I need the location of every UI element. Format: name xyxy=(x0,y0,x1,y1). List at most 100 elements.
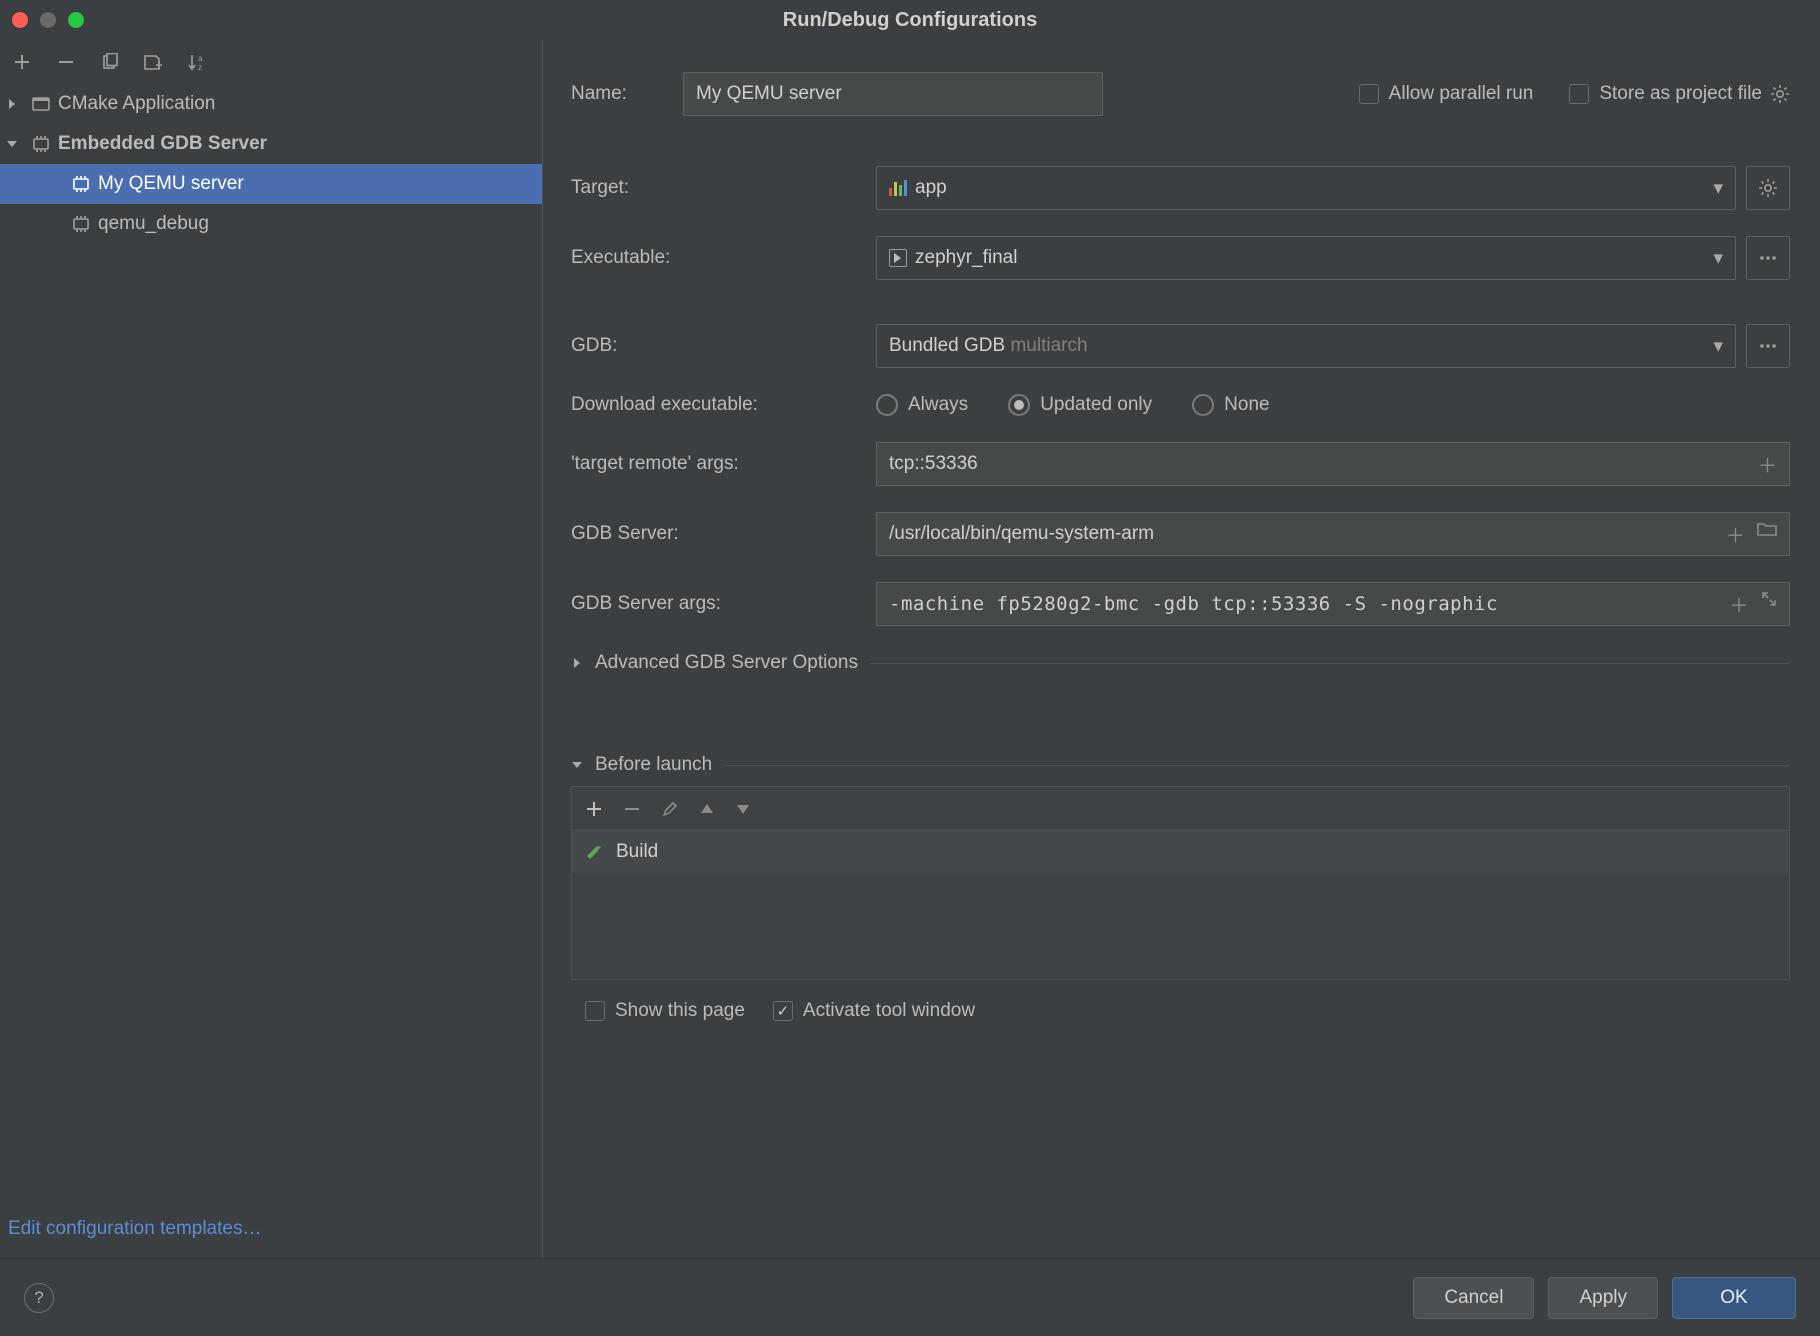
target-remote-label: 'target remote' args: xyxy=(571,453,876,475)
before-launch-list: Build xyxy=(571,830,1790,980)
embedded-icon xyxy=(70,173,92,195)
edit-task-icon[interactable] xyxy=(662,801,678,817)
window-controls xyxy=(12,12,84,28)
insert-macro-icon[interactable]: ＋ xyxy=(1758,451,1777,478)
checkbox-icon xyxy=(1569,84,1589,104)
allow-parallel-checkbox[interactable]: Allow parallel run xyxy=(1359,83,1534,105)
minimize-window-icon[interactable] xyxy=(40,12,56,28)
form-footer-options: Show this page Activate tool window xyxy=(585,1000,1790,1022)
insert-macro-icon[interactable]: ＋ xyxy=(1729,591,1749,618)
advanced-section-label: Advanced GDB Server Options xyxy=(595,652,858,674)
sort-config-icon[interactable]: az xyxy=(186,50,210,74)
cancel-button[interactable]: Cancel xyxy=(1413,1277,1534,1319)
chevron-down-icon: ▾ xyxy=(1713,335,1723,358)
before-launch-section[interactable]: Before launch xyxy=(571,754,1790,776)
chevron-down-icon xyxy=(6,138,24,150)
tree-node-cmake-application[interactable]: CMake Application xyxy=(0,84,542,124)
show-this-page-label: Show this page xyxy=(615,1000,745,1022)
save-config-icon[interactable] xyxy=(142,50,166,74)
copy-config-icon[interactable] xyxy=(98,50,122,74)
chevron-down-icon xyxy=(571,759,583,771)
insert-macro-icon[interactable]: ＋ xyxy=(1726,521,1745,548)
store-as-project-checkbox[interactable]: Store as project file xyxy=(1569,83,1762,105)
divider xyxy=(870,663,1790,664)
target-value: app xyxy=(915,177,947,199)
target-row: Target: app ▾ xyxy=(571,166,1790,210)
radio-none[interactable]: None xyxy=(1192,394,1269,416)
tree-node-label: CMake Application xyxy=(58,93,215,115)
gdb-server-input[interactable]: /usr/local/bin/qemu-system-arm ＋ xyxy=(876,512,1790,556)
store-as-project-label: Store as project file xyxy=(1599,83,1762,105)
activate-tool-window-checkbox[interactable]: Activate tool window xyxy=(773,1000,975,1022)
name-input[interactable] xyxy=(683,72,1103,116)
cmake-icon xyxy=(30,93,52,115)
before-launch-toolbar xyxy=(571,786,1790,830)
remove-config-icon[interactable] xyxy=(54,50,78,74)
browse-folder-icon[interactable] xyxy=(1757,521,1777,548)
checkbox-icon xyxy=(585,1001,605,1021)
bars-icon xyxy=(889,180,907,196)
executable-row: Executable: zephyr_final ▾ xyxy=(571,236,1790,280)
radio-none-label: None xyxy=(1224,394,1269,416)
target-remote-row: 'target remote' args: tcp::53336 ＋ xyxy=(571,442,1790,486)
window-titlebar: Run/Debug Configurations xyxy=(0,0,1820,40)
close-window-icon[interactable] xyxy=(12,12,28,28)
radio-icon xyxy=(876,394,898,416)
zoom-window-icon[interactable] xyxy=(68,12,84,28)
ok-button[interactable]: OK xyxy=(1672,1277,1796,1319)
target-dropdown[interactable]: app ▾ xyxy=(876,166,1736,210)
gdb-dropdown[interactable]: Bundled GDB multiarch ▾ xyxy=(876,324,1736,368)
gdb-server-args-value: -machine fp5280g2-bmc -gdb tcp::53336 -S… xyxy=(889,593,1498,615)
gdb-server-args-row: GDB Server args: -machine fp5280g2-bmc -… xyxy=(571,582,1790,626)
add-task-icon[interactable] xyxy=(586,801,602,817)
gdb-server-label: GDB Server: xyxy=(571,523,876,545)
advanced-gdb-options-section[interactable]: Advanced GDB Server Options xyxy=(571,652,1790,674)
show-this-page-checkbox[interactable]: Show this page xyxy=(585,1000,745,1022)
executable-label: Executable: xyxy=(571,247,876,269)
target-remote-input[interactable]: tcp::53336 ＋ xyxy=(876,442,1790,486)
executable-browse-button[interactable] xyxy=(1746,236,1790,280)
executable-value: zephyr_final xyxy=(915,247,1017,269)
tree-node-embedded-gdb-server[interactable]: Embedded GDB Server xyxy=(0,124,542,164)
chevron-down-icon: ▾ xyxy=(1713,247,1723,270)
name-label: Name: xyxy=(571,83,683,105)
embedded-icon xyxy=(70,213,92,235)
gdb-suffix: multiarch xyxy=(1010,335,1087,357)
before-launch-label: Before launch xyxy=(595,754,712,776)
radio-updated-label: Updated only xyxy=(1040,394,1152,416)
help-button[interactable]: ? xyxy=(24,1283,54,1313)
tree-item-label: qemu_debug xyxy=(98,213,209,235)
gdb-browse-button[interactable] xyxy=(1746,324,1790,368)
radio-always[interactable]: Always xyxy=(876,394,968,416)
svg-text:a: a xyxy=(198,54,203,63)
gdb-server-args-input[interactable]: -machine fp5280g2-bmc -gdb tcp::53336 -S… xyxy=(876,582,1790,626)
radio-updated-only[interactable]: Updated only xyxy=(1008,394,1152,416)
tree-item-qemu-debug[interactable]: qemu_debug xyxy=(0,204,542,244)
gdb-value: Bundled GDB xyxy=(889,335,1005,357)
chevron-down-icon: ▾ xyxy=(1713,177,1723,200)
add-config-icon[interactable] xyxy=(10,50,34,74)
remove-task-icon[interactable] xyxy=(624,801,640,817)
move-up-icon[interactable] xyxy=(700,803,714,815)
move-down-icon[interactable] xyxy=(736,803,750,815)
apply-button[interactable]: Apply xyxy=(1548,1277,1658,1319)
gdb-label: GDB: xyxy=(571,335,876,357)
config-tree: CMake Application Embedded GDB Server My… xyxy=(0,84,542,1218)
configurations-sidebar: az CMake Application Embedded xyxy=(0,40,543,1258)
expand-icon[interactable] xyxy=(1761,591,1777,618)
activate-tool-window-label: Activate tool window xyxy=(803,1000,975,1022)
target-label: Target: xyxy=(571,177,876,199)
before-launch-item-build[interactable]: Build xyxy=(572,831,1789,873)
tree-item-my-qemu-server[interactable]: My QEMU server xyxy=(0,164,542,204)
target-settings-button[interactable] xyxy=(1746,166,1790,210)
checkbox-icon xyxy=(773,1001,793,1021)
gear-icon[interactable] xyxy=(1770,84,1790,104)
sidebar-toolbar: az xyxy=(0,40,542,84)
gdb-server-row: GDB Server: /usr/local/bin/qemu-system-a… xyxy=(571,512,1790,556)
radio-icon xyxy=(1192,394,1214,416)
target-remote-value: tcp::53336 xyxy=(889,453,978,475)
edit-templates-link[interactable]: Edit configuration templates… xyxy=(8,1218,261,1239)
chevron-right-icon xyxy=(571,657,583,669)
download-radio-group: Always Updated only None xyxy=(876,394,1270,416)
executable-dropdown[interactable]: zephyr_final ▾ xyxy=(876,236,1736,280)
